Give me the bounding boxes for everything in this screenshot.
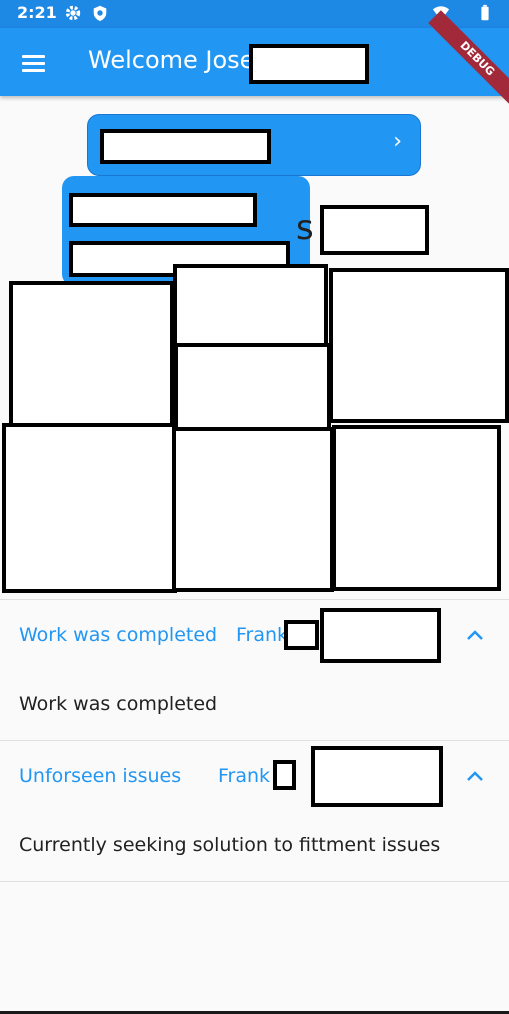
note-author: Frank: [218, 765, 271, 787]
heading-fragment: s: [296, 208, 314, 248]
menu-button[interactable]: [18, 50, 50, 76]
redacted-box: [249, 44, 369, 84]
redacted-image: [173, 264, 328, 348]
hamburger-icon: [22, 55, 45, 58]
redacted-box: [311, 746, 443, 807]
redacted-box: [320, 608, 441, 663]
hamburger-icon-line: [22, 62, 45, 65]
gear-icon: [65, 5, 81, 21]
redacted-image: [172, 427, 334, 592]
note-body: Work was completed: [19, 693, 218, 715]
redacted-menu-item[interactable]: [69, 193, 257, 227]
redacted-image: [329, 268, 509, 423]
redacted-image: [9, 281, 174, 429]
redacted-box: [100, 129, 271, 164]
redacted-box: [284, 620, 319, 650]
chevron-up-icon[interactable]: [462, 763, 488, 789]
note-body: Currently seeking solution to fittment i…: [19, 834, 441, 856]
redacted-image: [2, 423, 177, 593]
redacted-box: [320, 205, 429, 255]
battery-icon: [481, 4, 489, 21]
shield-icon: [93, 5, 107, 22]
note-title: Work was completed: [19, 624, 218, 646]
chevron-up-icon[interactable]: [462, 622, 488, 648]
redacted-image: [174, 343, 331, 432]
note-author: Frank: [236, 624, 289, 646]
chevron-right-icon: ›: [393, 129, 402, 154]
hamburger-icon-line: [22, 69, 45, 72]
redacted-box: [273, 760, 296, 790]
redacted-image: [332, 425, 501, 591]
status-time: 2:21: [17, 3, 57, 22]
note-title: Unforseen issues: [19, 765, 182, 787]
app-screen: 2:21 Welcome Jose DEBUG › s Work was com…: [0, 0, 509, 1014]
page-title: Welcome Jose: [88, 46, 255, 74]
